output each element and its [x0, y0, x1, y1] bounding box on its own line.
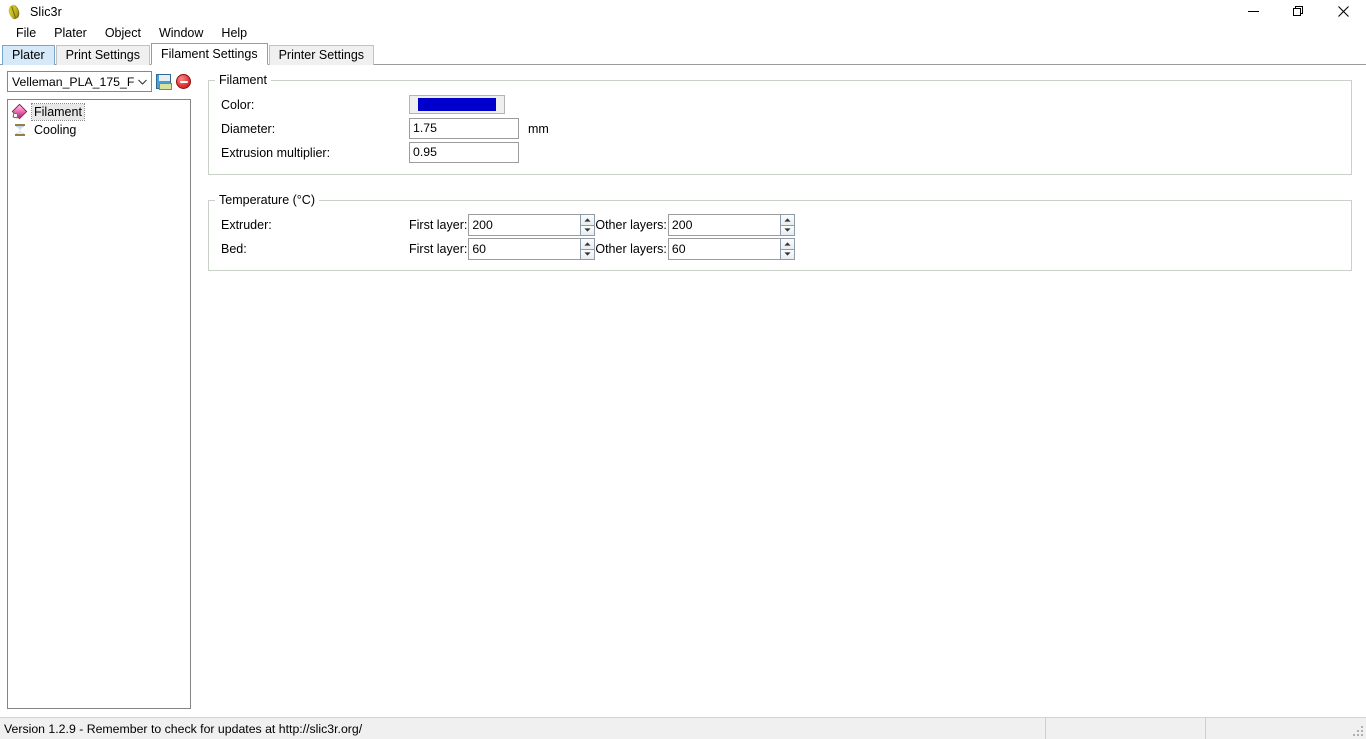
menu-file[interactable]: File: [7, 24, 45, 43]
extrusion-multiplier-input[interactable]: 0.95: [409, 142, 519, 163]
filament-group-legend: Filament: [219, 73, 267, 87]
extruder-temperature-row: Extruder: First layer: 200 Other layers:…: [209, 213, 1351, 237]
window-title: Slic3r: [30, 4, 62, 19]
extruder-other-layers-spin-buttons: [779, 214, 795, 236]
extruder-first-layer-label: First layer:: [409, 218, 468, 232]
filament-color-picker[interactable]: [409, 95, 505, 114]
temperature-group-legend: Temperature (°C): [219, 193, 315, 207]
filament-spool-icon: [11, 103, 28, 120]
extruder-label: Extruder:: [221, 218, 272, 232]
body-area: Velleman_PLA_175_Fan Filament: [0, 65, 1366, 717]
tab-filament-settings[interactable]: Filament Settings: [151, 43, 268, 65]
preset-select[interactable]: Velleman_PLA_175_Fan: [7, 71, 152, 92]
settings-content: Filament Color: Diameter: 1.75 mm Extrus…: [200, 65, 1366, 717]
preset-row: Velleman_PLA_175_Fan: [7, 71, 196, 92]
status-segment-two: [1046, 717, 1206, 739]
resize-grip-icon[interactable]: [1352, 725, 1364, 737]
slic3r-window: Slic3r File Plater Object Window Help Pl…: [0, 0, 1366, 739]
menu-window[interactable]: Window: [150, 24, 212, 43]
status-segment-three: [1206, 718, 1366, 739]
bed-first-layer-input[interactable]: 60: [468, 238, 581, 260]
maximize-restore-icon[interactable]: [1276, 0, 1321, 23]
title-bar: Slic3r: [0, 0, 1366, 23]
bed-other-layers-spinner[interactable]: 60: [667, 238, 795, 260]
spinner-down-icon[interactable]: [779, 248, 795, 260]
bed-label: Bed:: [221, 242, 247, 256]
menu-bar: File Plater Object Window Help: [0, 23, 1366, 44]
tab-printer-settings[interactable]: Printer Settings: [268, 45, 375, 65]
menu-object[interactable]: Object: [96, 24, 150, 43]
save-preset-icon: [156, 74, 172, 90]
color-swatch: [418, 98, 496, 111]
spinner-down-icon[interactable]: [580, 248, 596, 260]
chevron-down-icon: [134, 72, 151, 91]
bed-first-layer-spinner[interactable]: 60: [468, 238, 596, 260]
extruder-other-layers-input[interactable]: 200: [667, 214, 780, 236]
tab-strip: Plater Print Settings Filament Settings …: [0, 43, 1366, 65]
bed-other-layers-spin-buttons: [779, 238, 795, 260]
bed-other-layers-input[interactable]: 60: [667, 238, 780, 260]
tree-item-filament[interactable]: Filament: [10, 103, 190, 121]
close-icon[interactable]: [1321, 0, 1366, 23]
tree-item-cooling[interactable]: Cooling: [10, 121, 190, 139]
extruder-first-layer-input[interactable]: 200: [468, 214, 581, 236]
filament-group: Filament Color: Diameter: 1.75 mm Extrus…: [208, 73, 1352, 175]
extrusion-multiplier-row: Extrusion multiplier: 0.95: [209, 141, 1351, 164]
settings-tree: Filament Cooling: [7, 99, 191, 709]
menu-help[interactable]: Help: [212, 24, 256, 43]
tab-plater[interactable]: Plater: [2, 45, 55, 65]
preset-select-value: Velleman_PLA_175_Fan: [12, 74, 134, 89]
status-bar: Version 1.2.9 - Remember to check for up…: [0, 717, 1366, 739]
status-message: Version 1.2.9 - Remember to check for up…: [0, 717, 1046, 739]
tree-item-filament-label: Filament: [31, 103, 85, 121]
extruder-first-layer-spinner[interactable]: 200: [468, 214, 596, 236]
spinner-up-icon[interactable]: [779, 214, 795, 225]
diameter-label: Diameter:: [221, 121, 276, 136]
minimize-icon[interactable]: [1231, 0, 1276, 23]
extruder-other-layers-spinner[interactable]: 200: [667, 214, 795, 236]
bed-first-layer-label: First layer:: [409, 242, 468, 256]
window-controls: [1231, 0, 1366, 23]
tree-item-cooling-label: Cooling: [34, 123, 77, 137]
tab-print-settings[interactable]: Print Settings: [55, 45, 150, 65]
temperature-group: Temperature (°C) Extruder: First layer: …: [208, 193, 1352, 271]
spinner-down-icon[interactable]: [779, 224, 795, 236]
diameter-row: Diameter: 1.75 mm: [209, 117, 1351, 140]
slic3r-logo-icon: [6, 3, 22, 20]
diameter-unit: mm: [528, 121, 549, 136]
save-preset-button[interactable]: [155, 73, 172, 90]
spinner-up-icon[interactable]: [580, 214, 596, 225]
extruder-first-layer-spin-buttons: [580, 214, 596, 236]
settings-sidebar: Velleman_PLA_175_Fan Filament: [0, 65, 200, 717]
spinner-up-icon[interactable]: [779, 238, 795, 249]
menu-plater[interactable]: Plater: [45, 24, 96, 43]
delete-preset-icon: [176, 74, 191, 89]
extruder-other-layers-label: Other layers:: [595, 218, 667, 232]
hourglass-cooling-icon: [12, 122, 28, 138]
bed-temperature-row: Bed: First layer: 60 Other layers: 60: [209, 237, 1351, 261]
color-row: Color:: [209, 93, 1351, 116]
bed-other-layers-label: Other layers:: [595, 242, 667, 256]
diameter-input[interactable]: 1.75: [409, 118, 519, 139]
extrusion-multiplier-label: Extrusion multiplier:: [221, 145, 331, 160]
color-label: Color:: [221, 97, 255, 112]
delete-preset-button[interactable]: [175, 73, 192, 90]
spinner-down-icon[interactable]: [580, 224, 596, 236]
spinner-up-icon[interactable]: [580, 238, 596, 249]
bed-first-layer-spin-buttons: [580, 238, 596, 260]
